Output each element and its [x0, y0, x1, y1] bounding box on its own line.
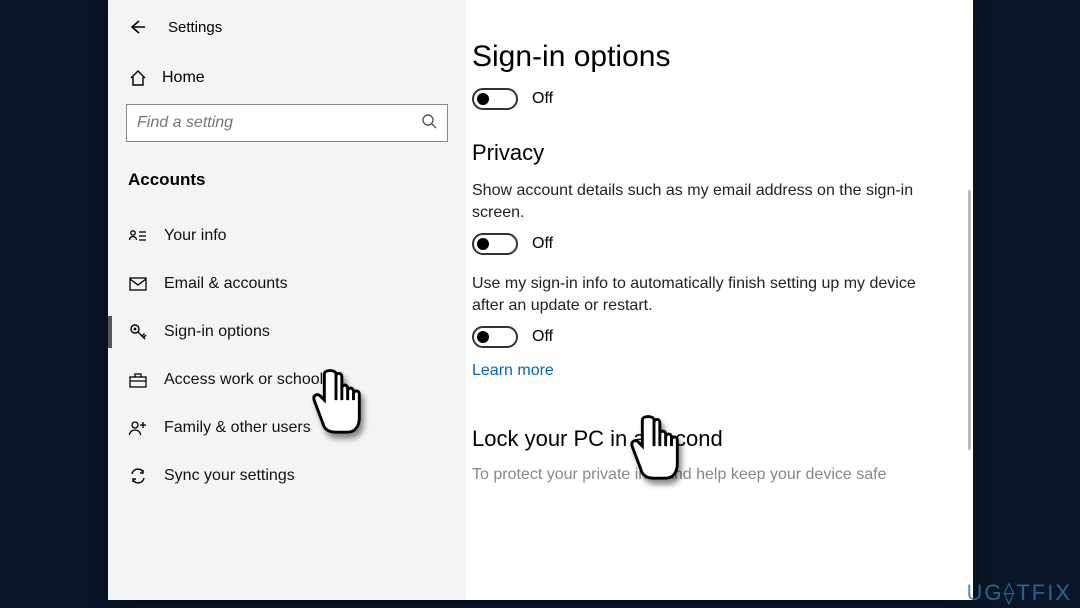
sidebar-item-label: Your info	[164, 227, 227, 245]
sidebar-item-your-info[interactable]: Your info	[108, 212, 466, 260]
sidebar-nav: Your info Email & accounts Sign-in optio…	[108, 212, 466, 500]
privacy-desc-2: Use my sign-in info to automatically fin…	[472, 273, 942, 316]
lock-heading: Lock your PC in a second	[472, 426, 951, 452]
sidebar-item-label: Sync your settings	[164, 467, 295, 485]
people-icon	[128, 418, 148, 438]
briefcase-icon	[128, 370, 148, 390]
privacy-desc-1: Show account details such as my email ad…	[472, 180, 942, 223]
sidebar: Settings Home Accounts Your info	[108, 0, 466, 600]
watermark: UG⟠TFIX	[966, 580, 1072, 606]
page-title: Sign-in options	[472, 40, 951, 74]
sidebar-item-family-users[interactable]: Family & other users	[108, 404, 466, 452]
main-content: Sign-in options Off Privacy Show account…	[466, 0, 973, 600]
mail-icon	[128, 274, 148, 294]
sidebar-item-sync-settings[interactable]: Sync your settings	[108, 452, 466, 500]
search-input[interactable]	[137, 114, 413, 132]
sidebar-item-email-accounts[interactable]: Email & accounts	[108, 260, 466, 308]
sidebar-item-label: Email & accounts	[164, 275, 288, 293]
settings-window: Settings Home Accounts Your info	[108, 0, 973, 600]
scrollbar[interactable]	[968, 190, 971, 450]
search-box[interactable]	[126, 104, 448, 142]
window-title: Settings	[168, 19, 222, 36]
search-icon	[421, 113, 437, 134]
show-account-details-toggle[interactable]	[472, 233, 518, 255]
person-card-icon	[128, 226, 148, 246]
key-icon	[128, 322, 148, 342]
sidebar-item-sign-in-options[interactable]: Sign-in options	[108, 308, 466, 356]
back-button[interactable]	[128, 18, 146, 36]
lock-desc: To protect your private info and help ke…	[472, 466, 951, 484]
sidebar-item-label: Family & other users	[164, 419, 311, 437]
toggle-state-label: Off	[532, 328, 553, 346]
titlebar: Settings	[108, 12, 466, 58]
toggle-state-label: Off	[532, 235, 553, 253]
home-icon	[128, 68, 148, 88]
sign-in-options-toggle[interactable]	[472, 88, 518, 110]
sidebar-item-label: Access work or school	[164, 371, 323, 389]
sidebar-home[interactable]: Home	[108, 58, 466, 98]
auto-signin-toggle[interactable]	[472, 326, 518, 348]
sidebar-item-label: Sign-in options	[164, 323, 270, 341]
learn-more-link[interactable]: Learn more	[472, 362, 554, 380]
privacy-heading: Privacy	[472, 140, 951, 166]
sync-icon	[128, 466, 148, 486]
toggle-state-label: Off	[532, 90, 553, 108]
sidebar-item-access-work-school[interactable]: Access work or school	[108, 356, 466, 404]
sidebar-home-label: Home	[162, 69, 205, 87]
sidebar-section-label: Accounts	[108, 160, 466, 212]
